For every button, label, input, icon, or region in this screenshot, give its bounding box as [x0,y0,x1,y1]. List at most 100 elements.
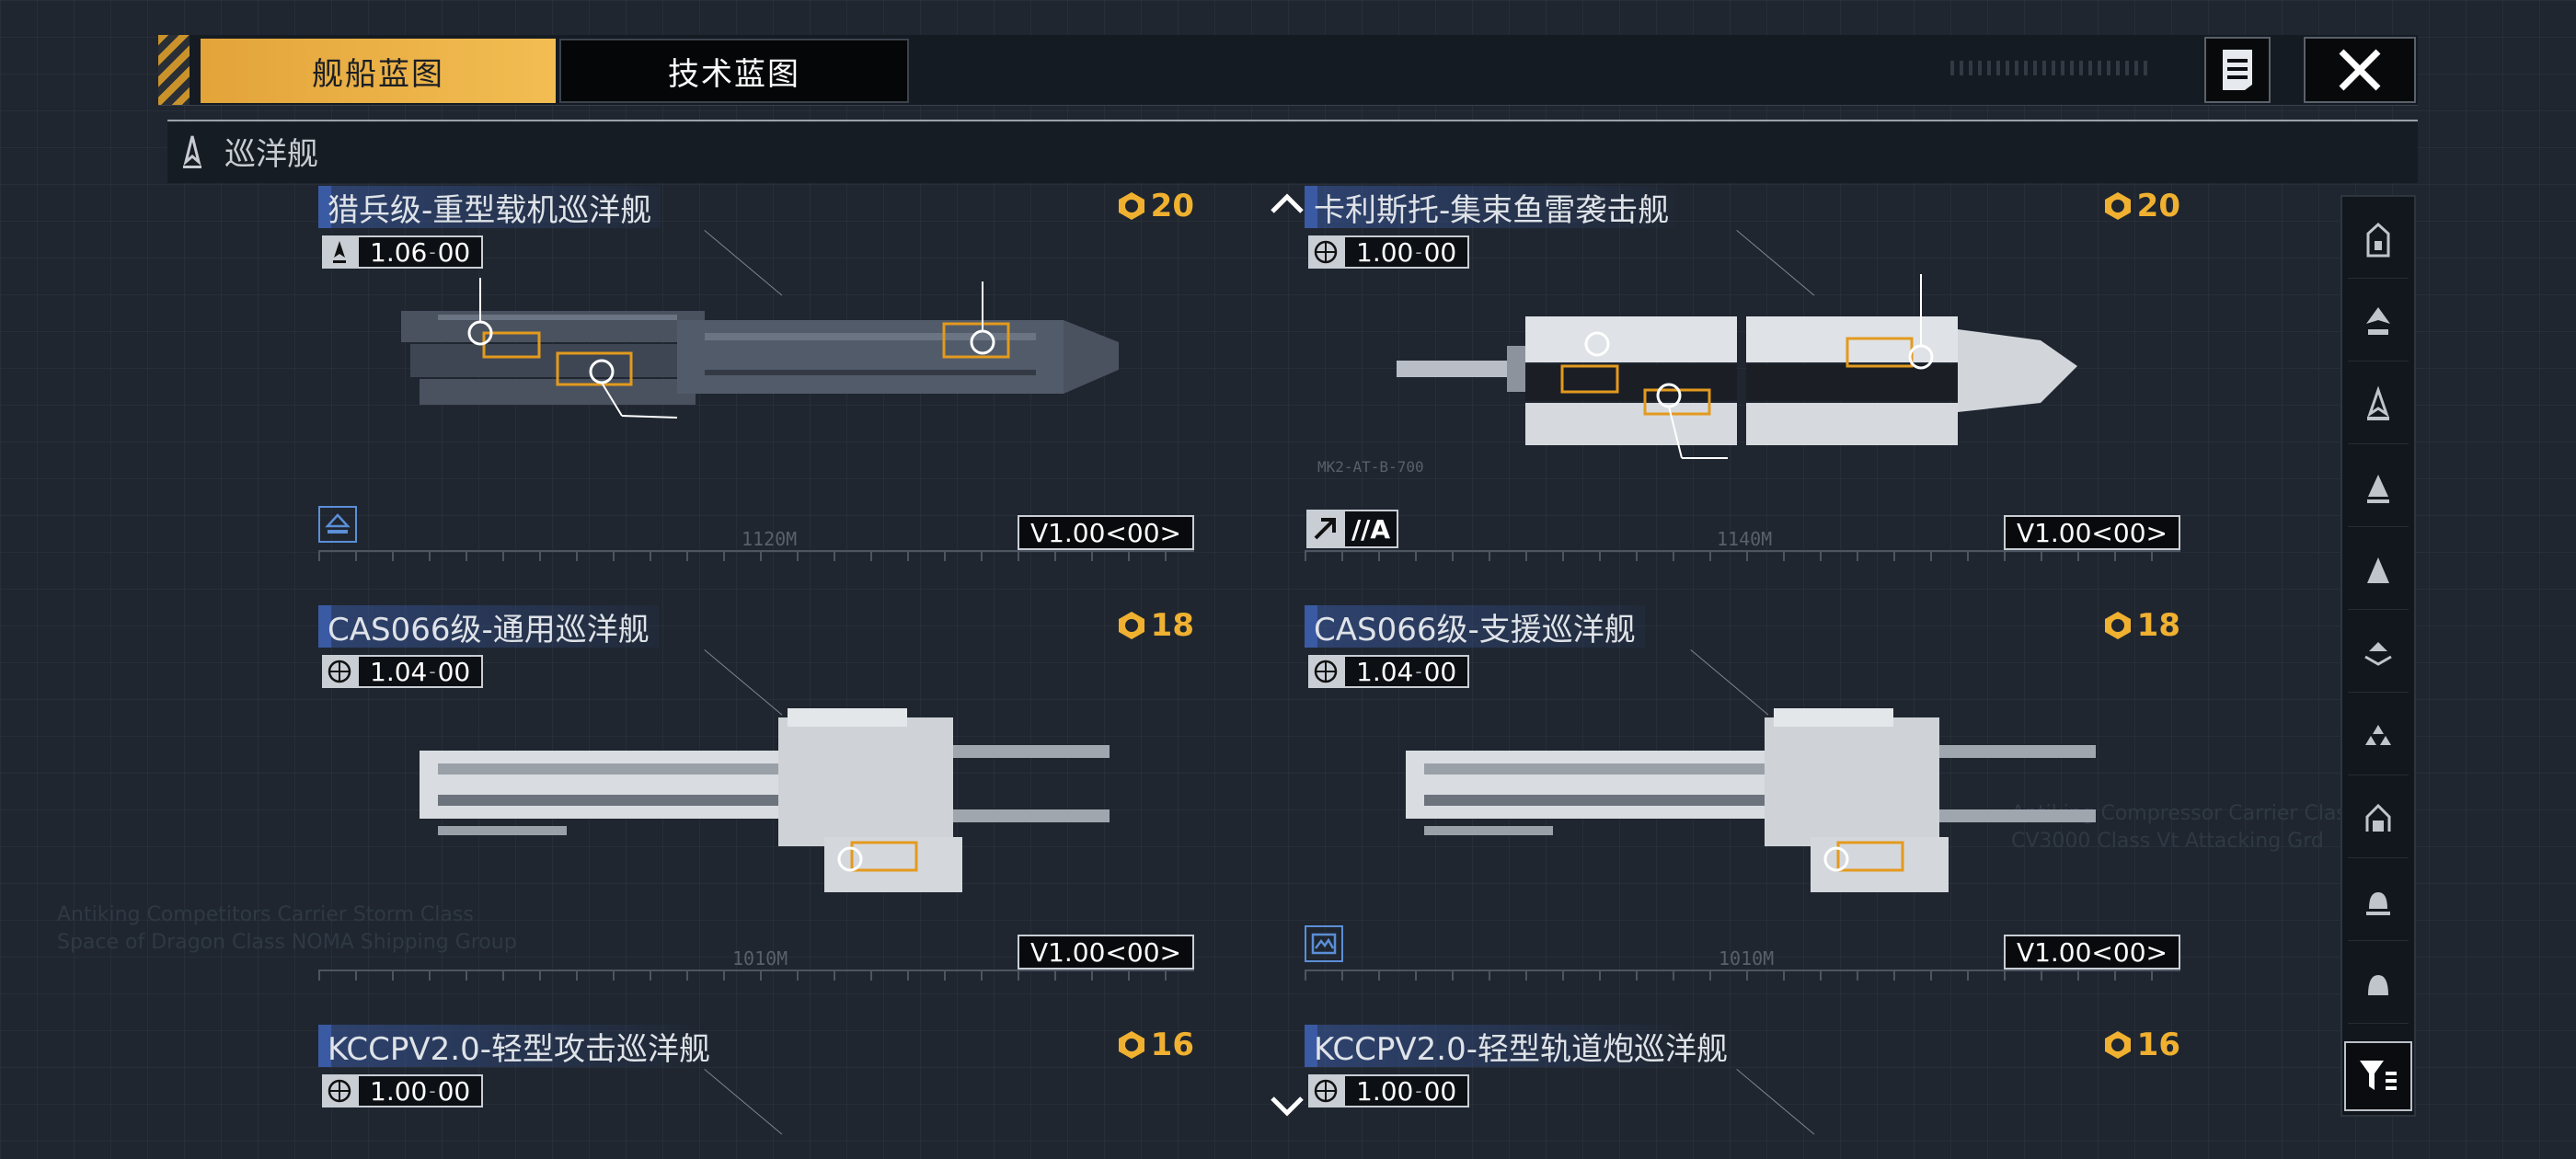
score-value: 16 [2136,1027,2180,1063]
filter-button[interactable] [2344,1041,2412,1111]
ship-image [1406,708,2096,892]
ship-image [420,708,1110,892]
version-sub: 00 [437,656,471,687]
version-box: 1.06-00 [322,235,484,269]
version-number: 1.04 [1356,656,1414,687]
version-number: 1.00 [1356,236,1414,268]
version-sub: 00 [437,236,471,268]
leader-line [1690,649,1769,716]
card-badge [318,506,357,543]
filter-aux-ship[interactable] [2348,780,2409,858]
version-tag: V1.00<00> [2003,515,2180,550]
cost-icon [2104,612,2131,639]
filter-fighter[interactable] [2348,946,2409,1024]
filter-all-ships[interactable] [2348,201,2409,279]
globe-icon [1308,235,1343,269]
ship-image [401,278,1119,419]
carrier-badge-icon [325,513,351,534]
version-sub: 00 [1423,236,1457,268]
score-value: 16 [1150,1027,1194,1063]
cost-icon [1118,1031,1144,1059]
version-sub: 00 [437,1075,471,1107]
cost-icon [2104,192,2131,220]
cost-icon [2104,1031,2131,1059]
support-badge-icon [1311,933,1337,955]
filter-carrier[interactable] [2348,283,2409,361]
filter-cruiser[interactable] [2348,366,2409,444]
tab-ship-blueprint[interactable]: 舰船蓝图 [201,39,556,103]
cruiser-icon [183,135,201,168]
category-divider [167,120,2418,121]
length-label: 1010M [732,947,788,970]
length-label: 1140M [1717,528,1773,550]
score-badge: 18 [1116,607,1194,644]
ship-title: 卡利斯托-集束鱼雷袭击舰 [1305,186,1679,229]
ship-title: 猎兵级-重型载机巡洋舰 [318,186,661,229]
ship-card[interactable]: 卡利斯托-集束鱼雷袭击舰 20 1.00-00 MK2-AT-B-700 114… [1305,186,2180,572]
grade-value: //A [1343,510,1398,548]
version-number: 1.00 [370,1075,428,1107]
version-sub: 00 [1423,656,1457,687]
leader-line [704,649,783,716]
ship-card[interactable]: KCCPV2.0-轻型攻击巡洋舰 16 1.00-00 [318,1025,1194,1159]
card-badge [1305,925,1343,962]
version-number: 1.06 [370,236,428,268]
filter-corvette[interactable] [2348,697,2409,775]
document-button[interactable] [2204,37,2271,103]
leader-line [1736,1069,1815,1135]
version-tag: V1.00<00> [1017,515,1194,550]
globe-icon [1308,655,1343,688]
ship-card[interactable]: CAS066级-通用巡洋舰 18 1.04-00 1010M V1.00<00> [318,605,1194,992]
close-button[interactable] [2304,37,2416,103]
destroyer-icon [2367,557,2389,583]
leader-line [704,1069,783,1135]
ship-title: KCCPV2.0-轻型攻击巡洋舰 [318,1025,720,1068]
version-sub: 00 [1423,1075,1457,1107]
deco-bars [1950,61,2153,75]
version-box: 1.00-00 [322,1074,484,1107]
corvette-icon [2365,725,2391,745]
scroll-up-icon[interactable] [1270,191,1305,215]
filter-destroyer[interactable] [2348,532,2409,610]
grade-icon [1306,510,1343,548]
version-box: 1.04-00 [322,655,484,688]
scale-ruler [318,970,1194,981]
filter-icon [2360,1061,2397,1090]
score-value: 20 [1150,188,1194,224]
frigate-icon [2364,642,2392,666]
score-badge: 18 [2102,607,2180,644]
ship-card[interactable]: 猎兵级-重型载机巡洋舰 20 1.06-00 1120M V1.00<00> [318,186,1194,572]
accent-strip [158,35,190,105]
version-number: 1.00 [1356,1075,1414,1107]
ship-card[interactable]: KCCPV2.0-轻型轨道炮巡洋舰 16 1.00-00 [1305,1025,2180,1159]
filter-battlecruiser[interactable] [2348,449,2409,527]
close-icon [2339,49,2381,91]
battlecruiser-icon [2367,475,2389,503]
ship-card[interactable]: CAS066级-支援巡洋舰 18 1.04-00 1010M V1.00<00> [1305,605,2180,992]
version-tag: V1.00<00> [2003,935,2180,970]
ship-title: CAS066级-支援巡洋舰 [1305,605,1645,648]
tab-tech-blueprint[interactable]: 技术蓝图 [559,39,909,103]
category-label: 巡洋舰 [224,136,318,173]
score-value: 18 [2136,607,2180,644]
dock-icon [2366,892,2390,915]
length-label: 1010M [1719,947,1775,970]
scroll-down-icon[interactable] [1270,1095,1305,1119]
filter-frigate[interactable] [2348,614,2409,693]
category-header [167,122,2418,183]
carrier-icon [2366,307,2390,335]
fighter-icon [2368,975,2388,995]
version-box: 1.00-00 [1308,1074,1470,1107]
scale-ruler [1305,970,2180,981]
score-badge: 20 [2102,188,2180,224]
version-box: 1.04-00 [1308,655,1470,688]
cruiser-icon [322,235,357,269]
ship-image [1397,274,2077,459]
document-icon [2223,50,2252,90]
score-badge: 16 [1116,1027,1194,1063]
filter-dock[interactable] [2348,863,2409,941]
version-tag: V1.00<00> [1017,935,1194,970]
scale-ruler [318,550,1194,561]
scale-ruler [1305,550,2180,561]
version-number: 1.04 [370,656,428,687]
